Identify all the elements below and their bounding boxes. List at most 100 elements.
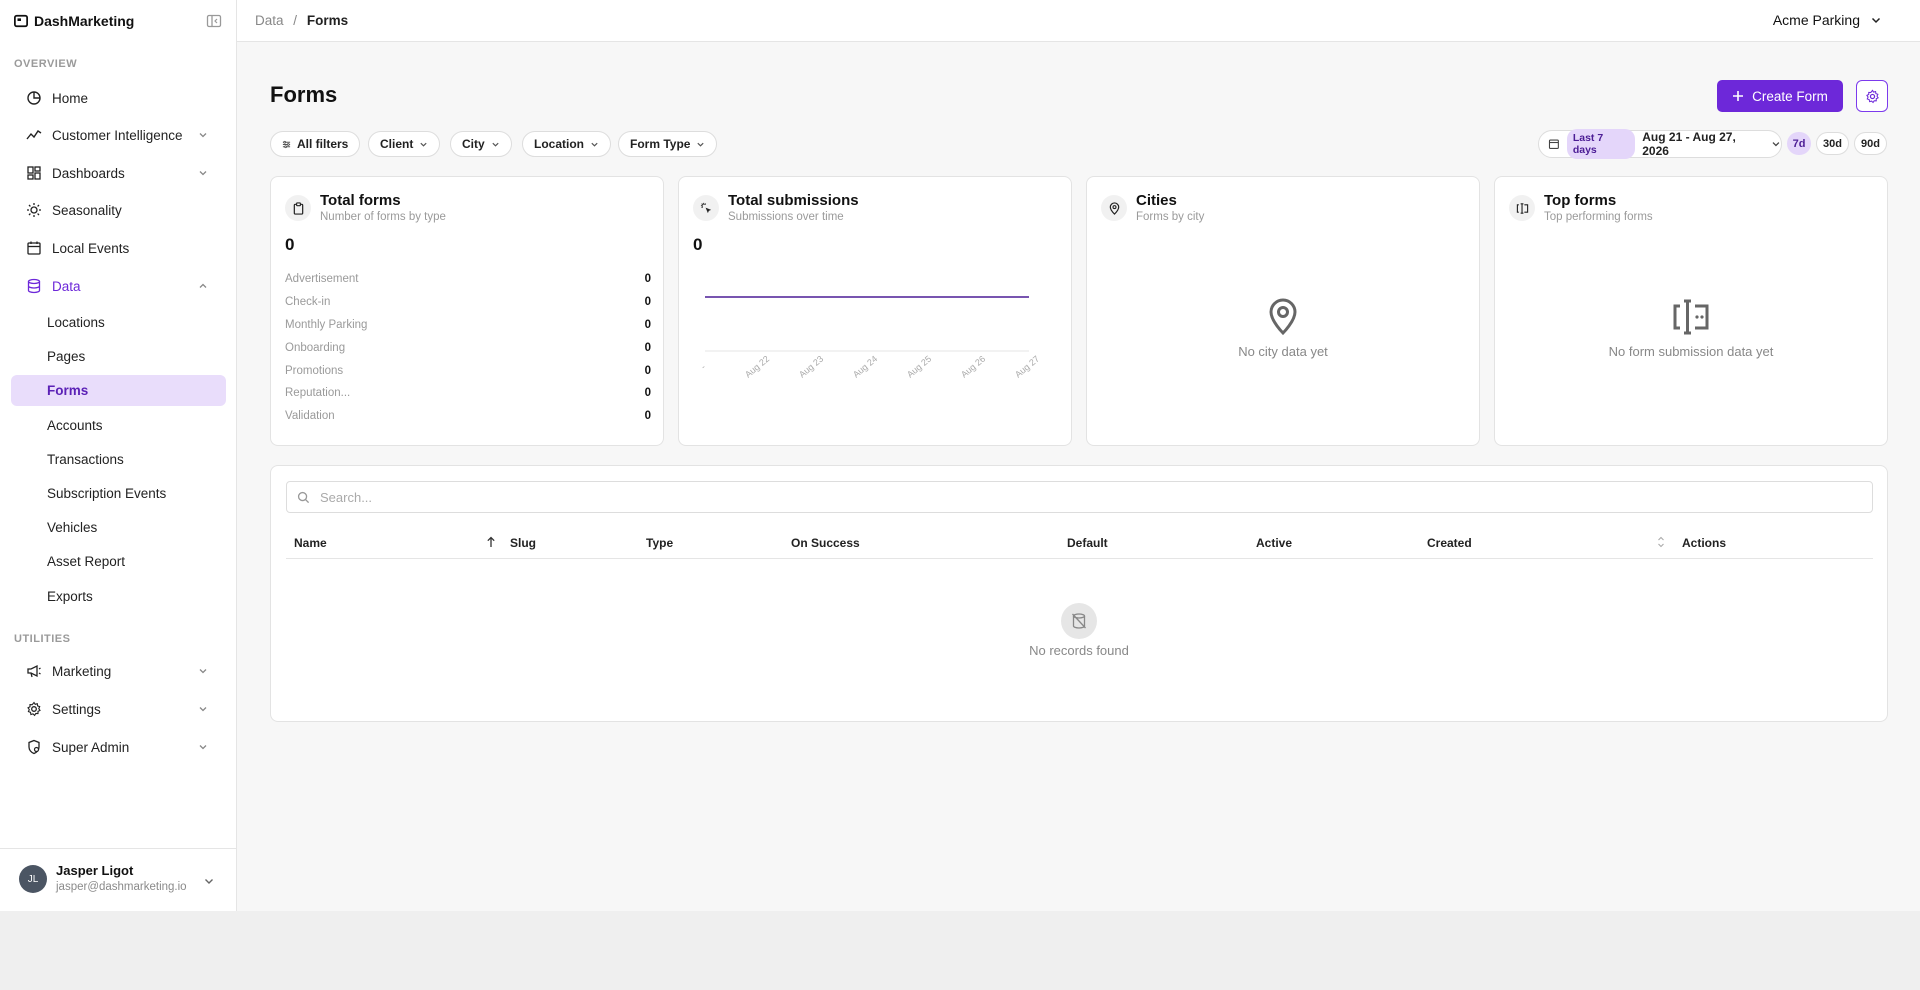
create-form-label: Create Form — [1752, 88, 1828, 104]
sidebar-item-label: Local Events — [52, 240, 130, 256]
chart-x-tick-label: Aug 24 — [851, 354, 879, 380]
form-type-row: Reputation... 0 — [285, 387, 651, 399]
chart-x-tick-label: Aug 26 — [959, 354, 987, 380]
megaphone-icon — [27, 664, 41, 678]
sliders-icon — [282, 140, 291, 148]
form-type-row: Monthly Parking 0 — [285, 319, 651, 331]
column-header-default[interactable]: Default — [1067, 536, 1108, 550]
sidebar-subitem-subscription-events[interactable]: Subscription Events — [11, 478, 226, 509]
total-submissions-value: 0 — [693, 235, 703, 254]
sidebar-item-customer-intelligence[interactable]: Customer Intelligence — [10, 119, 226, 151]
overview-section-label: OVERVIEW — [14, 58, 78, 70]
form-type-label: Check-in — [285, 296, 331, 308]
sidebar-item-seasonality[interactable]: Seasonality — [10, 194, 226, 226]
sidebar-item-dashboards[interactable]: Dashboards — [10, 157, 226, 189]
calendar-icon — [1548, 139, 1559, 149]
chevron-up-icon — [199, 283, 207, 288]
form-type-row: Onboarding 0 — [285, 342, 651, 354]
plus-icon — [1733, 91, 1744, 101]
chevron-down-icon — [199, 745, 207, 750]
range-90d-button[interactable]: 90d — [1854, 132, 1887, 155]
range-30d-button[interactable]: 30d — [1816, 132, 1849, 155]
shield-gear-icon — [28, 739, 40, 755]
database-off-icon — [1061, 603, 1097, 639]
column-header-on-success[interactable]: On Success — [791, 536, 860, 550]
filter-client[interactable]: Client — [368, 131, 441, 157]
form-type-label: Advertisement — [285, 273, 359, 285]
search-icon — [297, 491, 310, 503]
card-subtitle: Submissions over time — [728, 211, 844, 223]
cities-empty-state: No city data yet — [1087, 297, 1479, 359]
chevron-down-icon — [199, 669, 207, 674]
sidebar-item-super-admin[interactable]: Super Admin — [10, 731, 226, 763]
sidebar-subitem-locations[interactable]: Locations — [11, 307, 226, 338]
sidebar-item-label: Home — [52, 90, 89, 106]
user-email: jasper@dashmarketing.io — [56, 881, 187, 893]
create-form-button[interactable]: Create Form — [1717, 80, 1843, 112]
column-header-created[interactable]: Created — [1427, 536, 1472, 550]
sidebar-item-label: Dashboards — [52, 165, 125, 181]
breadcrumb-parent[interactable]: Data — [255, 13, 284, 28]
sidebar-subitem-transactions[interactable]: Transactions — [11, 444, 226, 475]
calendar-icon — [27, 241, 41, 255]
settings-button[interactable] — [1856, 80, 1888, 112]
sidebar-item-settings[interactable]: Settings — [10, 693, 226, 725]
total-submissions-card: Total submissions Submissions over time … — [678, 176, 1072, 446]
card-title: Total forms — [320, 192, 401, 209]
column-header-slug[interactable]: Slug — [510, 536, 536, 550]
form-type-label: Onboarding — [285, 342, 346, 354]
table-empty-state: No records found — [271, 603, 1887, 658]
total-forms-card: Total forms Number of forms by type 0 Ad… — [270, 176, 664, 446]
org-switcher[interactable]: Acme Parking — [1773, 12, 1882, 28]
form-type-label: Promotions — [285, 365, 344, 377]
filter-city[interactable]: City — [450, 131, 512, 157]
user-menu[interactable]: JL Jasper Ligot jasper@dashmarketing.io — [0, 848, 236, 911]
search-box[interactable] — [286, 481, 1873, 513]
sort-ascending-icon[interactable] — [486, 536, 496, 548]
column-header-name[interactable]: Name — [294, 536, 327, 550]
user-name: Jasper Ligot — [56, 863, 134, 878]
sidebar-subitem-pages[interactable]: Pages — [11, 341, 226, 372]
form-type-label: Monthly Parking — [285, 319, 368, 331]
app-root: DashMarketing OVERVIEW Home Customer Int… — [0, 0, 1920, 911]
page-title: Forms — [270, 82, 338, 107]
chart-x-tick-label: - — [699, 362, 708, 372]
utilities-section-label: UTILITIES — [14, 633, 71, 645]
avatar: JL — [19, 865, 47, 893]
sidebar-subitem-forms[interactable]: Forms — [11, 375, 226, 406]
filter-label: Client — [380, 137, 414, 151]
sidebar-item-data[interactable]: Data — [10, 270, 226, 302]
sidebar-item-label: Seasonality — [52, 202, 122, 218]
forms-table-card: Name Slug Type On Success Default Active… — [270, 465, 1888, 722]
total-forms-value: 0 — [285, 235, 295, 254]
sidebar-item-local-events[interactable]: Local Events — [10, 232, 226, 264]
sidebar-subitem-asset-report[interactable]: Asset Report — [11, 546, 226, 577]
column-header-active[interactable]: Active — [1256, 536, 1292, 550]
sidebar-subitem-exports[interactable]: Exports — [11, 581, 226, 612]
form-type-value: 0 — [644, 273, 651, 285]
chart-x-tick-label: Aug 22 — [743, 354, 771, 380]
date-range-picker[interactable]: Last 7 days Aug 21 - Aug 27, 2026 — [1538, 129, 1782, 159]
chevron-down-icon — [199, 133, 207, 138]
chevron-down-icon — [1871, 17, 1881, 24]
filter-form-type[interactable]: Form Type — [618, 131, 718, 157]
text-cursor-box-icon — [1509, 195, 1535, 221]
filter-all[interactable]: All filters — [270, 131, 361, 157]
column-header-type[interactable]: Type — [646, 536, 673, 550]
chevron-down-icon — [492, 142, 499, 147]
sidebar-toggle-icon[interactable] — [206, 13, 222, 29]
sort-unsorted-icon[interactable] — [1656, 536, 1666, 548]
sidebar-item-marketing[interactable]: Marketing — [10, 655, 226, 687]
card-subtitle: Forms by city — [1136, 211, 1205, 223]
trend-line-icon — [26, 130, 42, 140]
sidebar-item-home[interactable]: Home — [10, 82, 226, 114]
sidebar-subitem-accounts[interactable]: Accounts — [11, 410, 226, 441]
filter-location[interactable]: Location — [522, 131, 611, 157]
org-name: Acme Parking — [1772, 12, 1860, 28]
brand[interactable]: DashMarketing — [14, 12, 134, 30]
form-type-row: Validation 0 — [285, 410, 651, 422]
range-7d-button[interactable]: 7d — [1787, 132, 1811, 155]
search-input[interactable] — [320, 489, 1872, 505]
sidebar-subitem-vehicles[interactable]: Vehicles — [11, 512, 226, 543]
sidebar-item-label: Customer Intelligence — [52, 127, 183, 143]
